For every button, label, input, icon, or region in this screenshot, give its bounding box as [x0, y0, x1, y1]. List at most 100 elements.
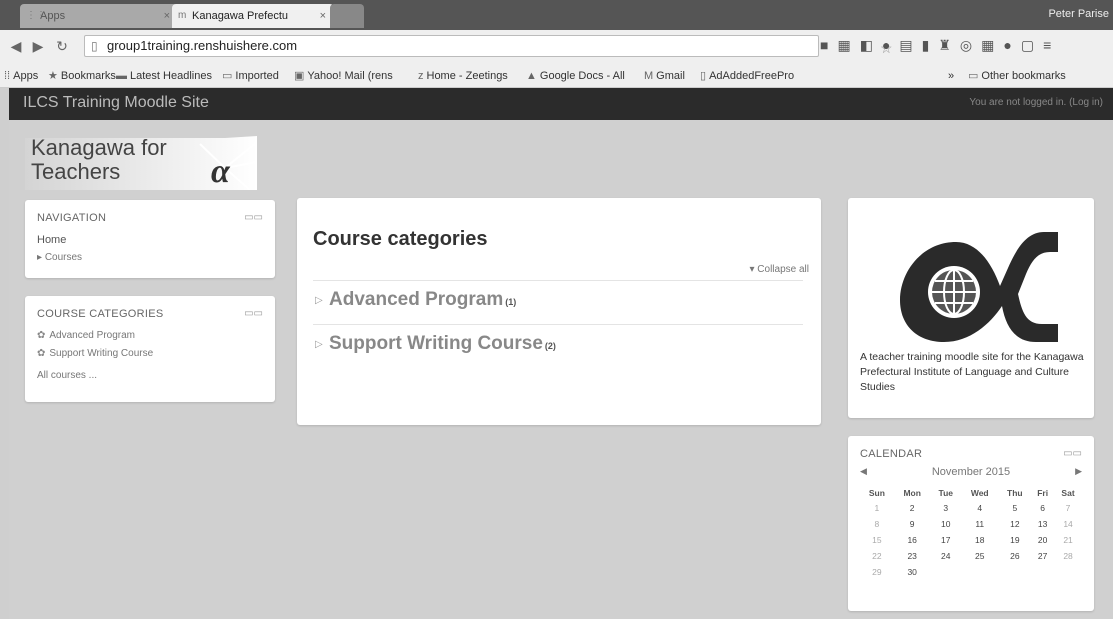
calendar-day[interactable]: 3 — [931, 500, 961, 516]
calendar-day[interactable]: 1 — [860, 500, 894, 516]
bookmark-google-docs[interactable]: ▲ Google Docs - All — [526, 66, 625, 86]
calendar-day[interactable]: 30 — [894, 564, 931, 580]
extension-icon[interactable]: ● — [882, 37, 899, 53]
close-icon[interactable]: × — [320, 4, 326, 28]
calendar-day[interactable]: 18 — [961, 532, 998, 548]
star-icon: ★ — [48, 70, 58, 82]
bookmark-gmail[interactable]: M Gmail — [644, 66, 685, 86]
triangle-right-icon: ▸ — [37, 252, 45, 263]
about-description: A teacher training moodle site for the K… — [860, 351, 1084, 393]
triangle-right-icon: ▷ — [315, 339, 323, 350]
calendar-day[interactable]: 27 — [1031, 548, 1054, 564]
bookmark-apps[interactable]: ⁞⁞ Apps — [4, 66, 38, 86]
back-icon[interactable]: ◀ — [8, 38, 24, 54]
extension-icon[interactable]: ♜ — [938, 37, 960, 53]
menu-icon[interactable]: ≡ — [1043, 37, 1060, 53]
calendar-day[interactable]: 12 — [998, 516, 1031, 532]
calendar-day[interactable]: 7 — [1054, 500, 1082, 516]
site-title[interactable]: ILCS Training Moodle Site — [23, 94, 209, 112]
calendar-day[interactable]: 2 — [894, 500, 931, 516]
logo-text: Kanagawa for Teachers — [31, 135, 167, 184]
calendar-day[interactable]: 14 — [1054, 516, 1082, 532]
calendar-day[interactable]: 9 — [894, 516, 931, 532]
tab-apps[interactable]: ⋮⋮ Apps × — [20, 4, 178, 28]
extension-icon[interactable]: ▦ — [981, 37, 1003, 53]
extension-icon[interactable]: ▦ — [837, 37, 859, 53]
page-title: Course categories — [313, 228, 488, 250]
collapse-all-link[interactable]: ▾ Collapse all — [749, 264, 809, 275]
page-icon: ▯ — [700, 70, 707, 82]
extension-icon[interactable]: ▤ — [899, 37, 921, 53]
calendar-day[interactable]: 22 — [860, 548, 894, 564]
site-logo[interactable]: α Kanagawa for Teachers — [25, 132, 257, 190]
bookmark-latest-headlines[interactable]: ▬ Latest Headlines — [116, 66, 212, 86]
block-controls-icon[interactable]: ▭▭ — [1063, 448, 1082, 459]
address-bar[interactable]: ▯ group1training.renshuishere.com ☆ — [84, 35, 893, 57]
close-icon[interactable]: × — [164, 4, 170, 28]
profile-name[interactable]: Peter Parise — [1048, 8, 1109, 20]
calendar-day[interactable]: 16 — [894, 532, 931, 548]
calendar-day[interactable]: 5 — [998, 500, 1031, 516]
bookmarks-bar: ⁞⁞ Apps ★ Bookmarks ▬ Latest Headlines ▭ Imp… — [0, 66, 1113, 88]
calendar-day[interactable]: 17 — [931, 532, 961, 548]
bookmark-zeetings[interactable]: z Home - Zeetings — [418, 66, 508, 86]
bookmark-imported[interactable]: ▭ Imported — [222, 66, 279, 86]
moodle-favicon-icon: m — [178, 10, 187, 21]
bookmark-adaddedfreepro[interactable]: ▯ AdAddedFreePro — [700, 66, 794, 86]
category-row[interactable]: ▷ Support Writing Course (2) — [313, 324, 803, 368]
all-courses-link[interactable]: All courses ... — [37, 370, 97, 381]
calendar-day[interactable]: 21 — [1054, 532, 1082, 548]
extension-icon[interactable]: ◧ — [860, 37, 882, 53]
calendar-week: 1 2 3 4 5 6 7 — [860, 500, 1082, 516]
next-month-icon[interactable]: ▶ — [1075, 466, 1082, 477]
calendar-day[interactable]: 29 — [860, 564, 894, 580]
url-text: group1training.renshuishere.com — [107, 38, 298, 53]
block-controls-icon[interactable]: ▭▭ — [244, 308, 263, 319]
calendar-day[interactable]: 26 — [998, 548, 1031, 564]
calendar-day[interactable]: 13 — [1031, 516, 1054, 532]
bookmark-overflow-chevron[interactable]: » — [948, 66, 954, 86]
category-name[interactable]: Advanced Program (1) — [329, 289, 516, 311]
extension-icon[interactable]: ● — [1003, 37, 1020, 53]
new-tab-button[interactable] — [330, 4, 364, 28]
login-link[interactable]: You are not logged in. (Log in) — [969, 97, 1103, 108]
calendar-day[interactable]: 20 — [1031, 532, 1054, 548]
nav-home-link[interactable]: Home — [37, 234, 66, 246]
category-link-advanced-program[interactable]: ✿ Advanced Program — [37, 330, 135, 341]
nav-courses-link[interactable]: ▸ Courses — [37, 252, 82, 263]
extension-icons[interactable]: ■▦◧●▤▮♜◎▦●▢≡ — [820, 37, 1060, 54]
calendar-day[interactable]: 8 — [860, 516, 894, 532]
apps-grid-icon: ⋮⋮ — [26, 10, 46, 21]
bookmark-yahoo-mail[interactable]: ▣ Yahoo! Mail (rens — [294, 66, 393, 86]
calendar-day[interactable]: 28 — [1054, 548, 1082, 564]
calendar-day[interactable]: 19 — [998, 532, 1031, 548]
yahoo-icon: ▣ — [294, 70, 305, 82]
extension-icon[interactable]: ▮ — [922, 37, 939, 53]
calendar-day[interactable]: 4 — [961, 500, 998, 516]
category-link-support-writing[interactable]: ✿ Support Writing Course — [37, 348, 153, 359]
category-name[interactable]: Support Writing Course (2) — [329, 333, 556, 355]
category-icon: ✿ — [37, 330, 46, 341]
calendar-week: 8 9 10 11 12 13 14 — [860, 516, 1082, 532]
browser-toolbar: ◀ ▶ ↻ ▯ group1training.renshuishere.com … — [0, 30, 1113, 66]
forward-icon[interactable]: ▶ — [30, 38, 46, 54]
extension-icon[interactable]: ■ — [820, 37, 837, 53]
tab-kanagawa[interactable]: m Kanagawa Prefectu × — [172, 4, 334, 28]
block-controls-icon[interactable]: ▭▭ — [244, 212, 263, 223]
calendar-day[interactable]: 6 — [1031, 500, 1054, 516]
calendar-day[interactable]: 23 — [894, 548, 931, 564]
calendar-month-row: ◀ November 2015 ▶ — [860, 466, 1082, 480]
calendar-day[interactable]: 25 — [961, 548, 998, 564]
extension-icon[interactable]: ▢ — [1021, 37, 1043, 53]
bookmark-bookmarks[interactable]: ★ Bookmarks — [48, 66, 116, 86]
gmail-icon: M — [644, 70, 654, 82]
calendar-day[interactable]: 10 — [931, 516, 961, 532]
extension-icon[interactable]: ◎ — [960, 37, 981, 53]
category-row[interactable]: ▷ Advanced Program (1) — [313, 280, 803, 324]
calendar-day[interactable]: 11 — [961, 516, 998, 532]
page-icon: ▯ — [91, 39, 98, 53]
calendar-day[interactable]: 15 — [860, 532, 894, 548]
calendar-day[interactable]: 24 — [931, 548, 961, 564]
bookmark-other[interactable]: ▭ Other bookmarks — [968, 66, 1066, 86]
reload-icon[interactable]: ↻ — [54, 38, 70, 54]
